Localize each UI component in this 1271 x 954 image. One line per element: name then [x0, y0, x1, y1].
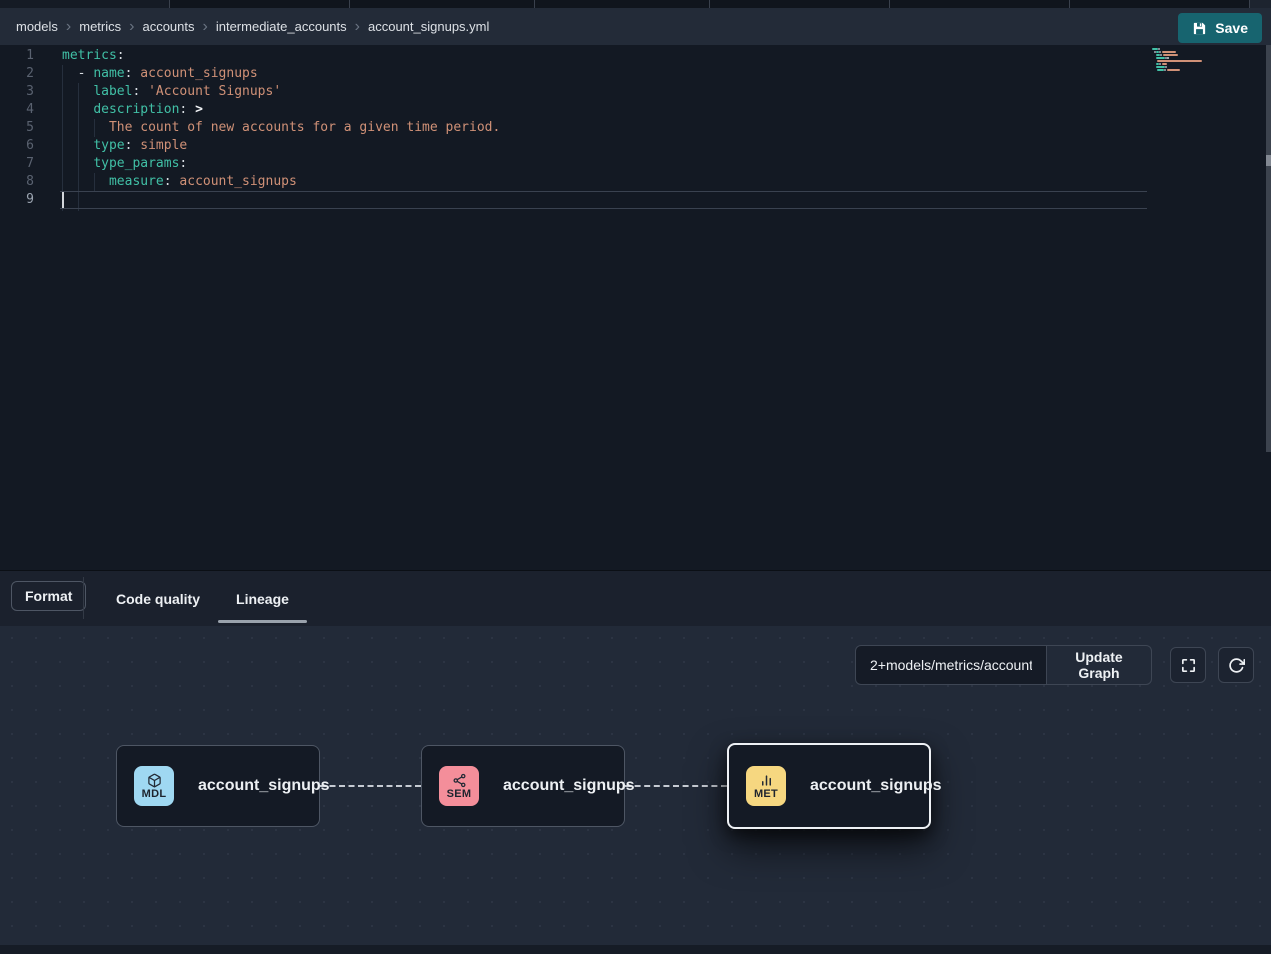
breadcrumb-bar: models › metrics › accounts › intermediate_acc… — [0, 8, 1271, 45]
node-label: account_signups — [810, 777, 942, 795]
bottom-panel-header: Format Code qualityLineage — [0, 570, 1271, 626]
ide-window: models › metrics › accounts › intermediate_acc… — [0, 0, 1271, 954]
panel-footer — [0, 945, 1271, 954]
lineage-selector-input[interactable] — [855, 645, 1047, 685]
lineage-edge — [320, 785, 421, 787]
chevron-right-icon: › — [66, 19, 71, 35]
line-number: 8 — [0, 173, 34, 191]
node-type-badge: MET — [746, 766, 786, 806]
update-graph-button[interactable]: Update Graph — [1046, 645, 1152, 685]
code-line[interactable]: 5 The count of new accounts for a given … — [0, 119, 1147, 137]
lineage-canvas[interactable]: Update Graph MDLaccount_signupsSEMaccoun… — [0, 626, 1271, 945]
line-number: 6 — [0, 137, 34, 155]
code-line[interactable]: 7 type_params: — [0, 155, 1147, 173]
chevron-right-icon: › — [129, 19, 134, 35]
breadcrumb-item[interactable]: metrics — [79, 19, 121, 34]
code-lines: 1metrics:2 - name: account_signups3 labe… — [0, 47, 1147, 209]
line-number: 5 — [0, 119, 34, 137]
save-button[interactable]: Save — [1178, 13, 1262, 43]
chevron-right-icon: › — [355, 19, 360, 35]
code-line[interactable]: 9 — [0, 191, 1147, 209]
file-tab-strip — [0, 0, 1271, 8]
lineage-node-sem[interactable]: SEMaccount_signups — [421, 745, 625, 827]
tab-code-quality[interactable]: Code quality — [98, 571, 218, 627]
file-tab[interactable] — [535, 0, 710, 8]
minimap[interactable] — [1152, 48, 1257, 75]
code-line[interactable]: 3 label: 'Account Signups' — [0, 83, 1147, 101]
node-label: account_signups — [198, 777, 330, 795]
file-tab[interactable] — [170, 0, 350, 8]
file-tab[interactable] — [350, 0, 535, 8]
lineage-edge — [625, 785, 727, 787]
node-type-label: SEM — [447, 789, 472, 800]
file-tab[interactable] — [1070, 0, 1250, 8]
node-label: account_signups — [503, 777, 635, 795]
divider — [83, 577, 84, 619]
file-tab[interactable] — [1250, 0, 1271, 8]
editor-scrollbar[interactable] — [1266, 45, 1271, 452]
chevron-right-icon: › — [203, 19, 208, 35]
line-number: 9 — [0, 191, 34, 209]
code-editor[interactable]: 1metrics:2 - name: account_signups3 labe… — [0, 45, 1271, 570]
share-network-icon — [452, 773, 467, 788]
breadcrumb: models › metrics › accounts › intermediate_acc… — [16, 19, 489, 35]
cube-icon — [147, 773, 162, 788]
tab-lineage[interactable]: Lineage — [218, 571, 307, 627]
line-number: 2 — [0, 65, 34, 83]
code-line[interactable]: 8 measure: account_signups — [0, 173, 1147, 191]
lineage-node-met[interactable]: METaccount_signups — [727, 743, 931, 829]
panel-tabs: Code qualityLineage — [98, 571, 307, 627]
file-tab[interactable] — [710, 0, 890, 8]
file-tab[interactable] — [890, 0, 1070, 8]
lineage-node-mdl[interactable]: MDLaccount_signups — [116, 745, 320, 827]
fullscreen-button[interactable] — [1170, 647, 1206, 683]
code-line[interactable]: 6 type: simple — [0, 137, 1147, 155]
line-number: 4 — [0, 101, 34, 119]
format-button[interactable]: Format — [11, 581, 86, 611]
code-line[interactable]: 2 - name: account_signups — [0, 65, 1147, 83]
scrollbar-thumb[interactable] — [1266, 155, 1271, 166]
node-type-label: MET — [754, 789, 778, 800]
node-type-badge: MDL — [134, 766, 174, 806]
bar-chart-icon — [759, 773, 774, 788]
node-type-label: MDL — [142, 789, 167, 800]
refresh-icon — [1228, 657, 1245, 674]
expand-icon — [1180, 657, 1197, 674]
breadcrumb-item[interactable]: models — [16, 19, 58, 34]
breadcrumb-item[interactable]: accounts — [142, 19, 194, 34]
refresh-button[interactable] — [1218, 647, 1254, 683]
code-line[interactable]: 1metrics: — [0, 47, 1147, 65]
line-number: 1 — [0, 47, 34, 65]
breadcrumb-item[interactable]: intermediate_accounts — [216, 19, 347, 34]
file-tab[interactable] — [0, 0, 170, 8]
line-number: 7 — [0, 155, 34, 173]
node-type-badge: SEM — [439, 766, 479, 806]
breadcrumb-item[interactable]: account_signups.yml — [368, 19, 489, 34]
save-label: Save — [1215, 20, 1248, 36]
code-line[interactable]: 4 description: > — [0, 101, 1147, 119]
save-icon — [1192, 21, 1207, 36]
line-number: 3 — [0, 83, 34, 101]
